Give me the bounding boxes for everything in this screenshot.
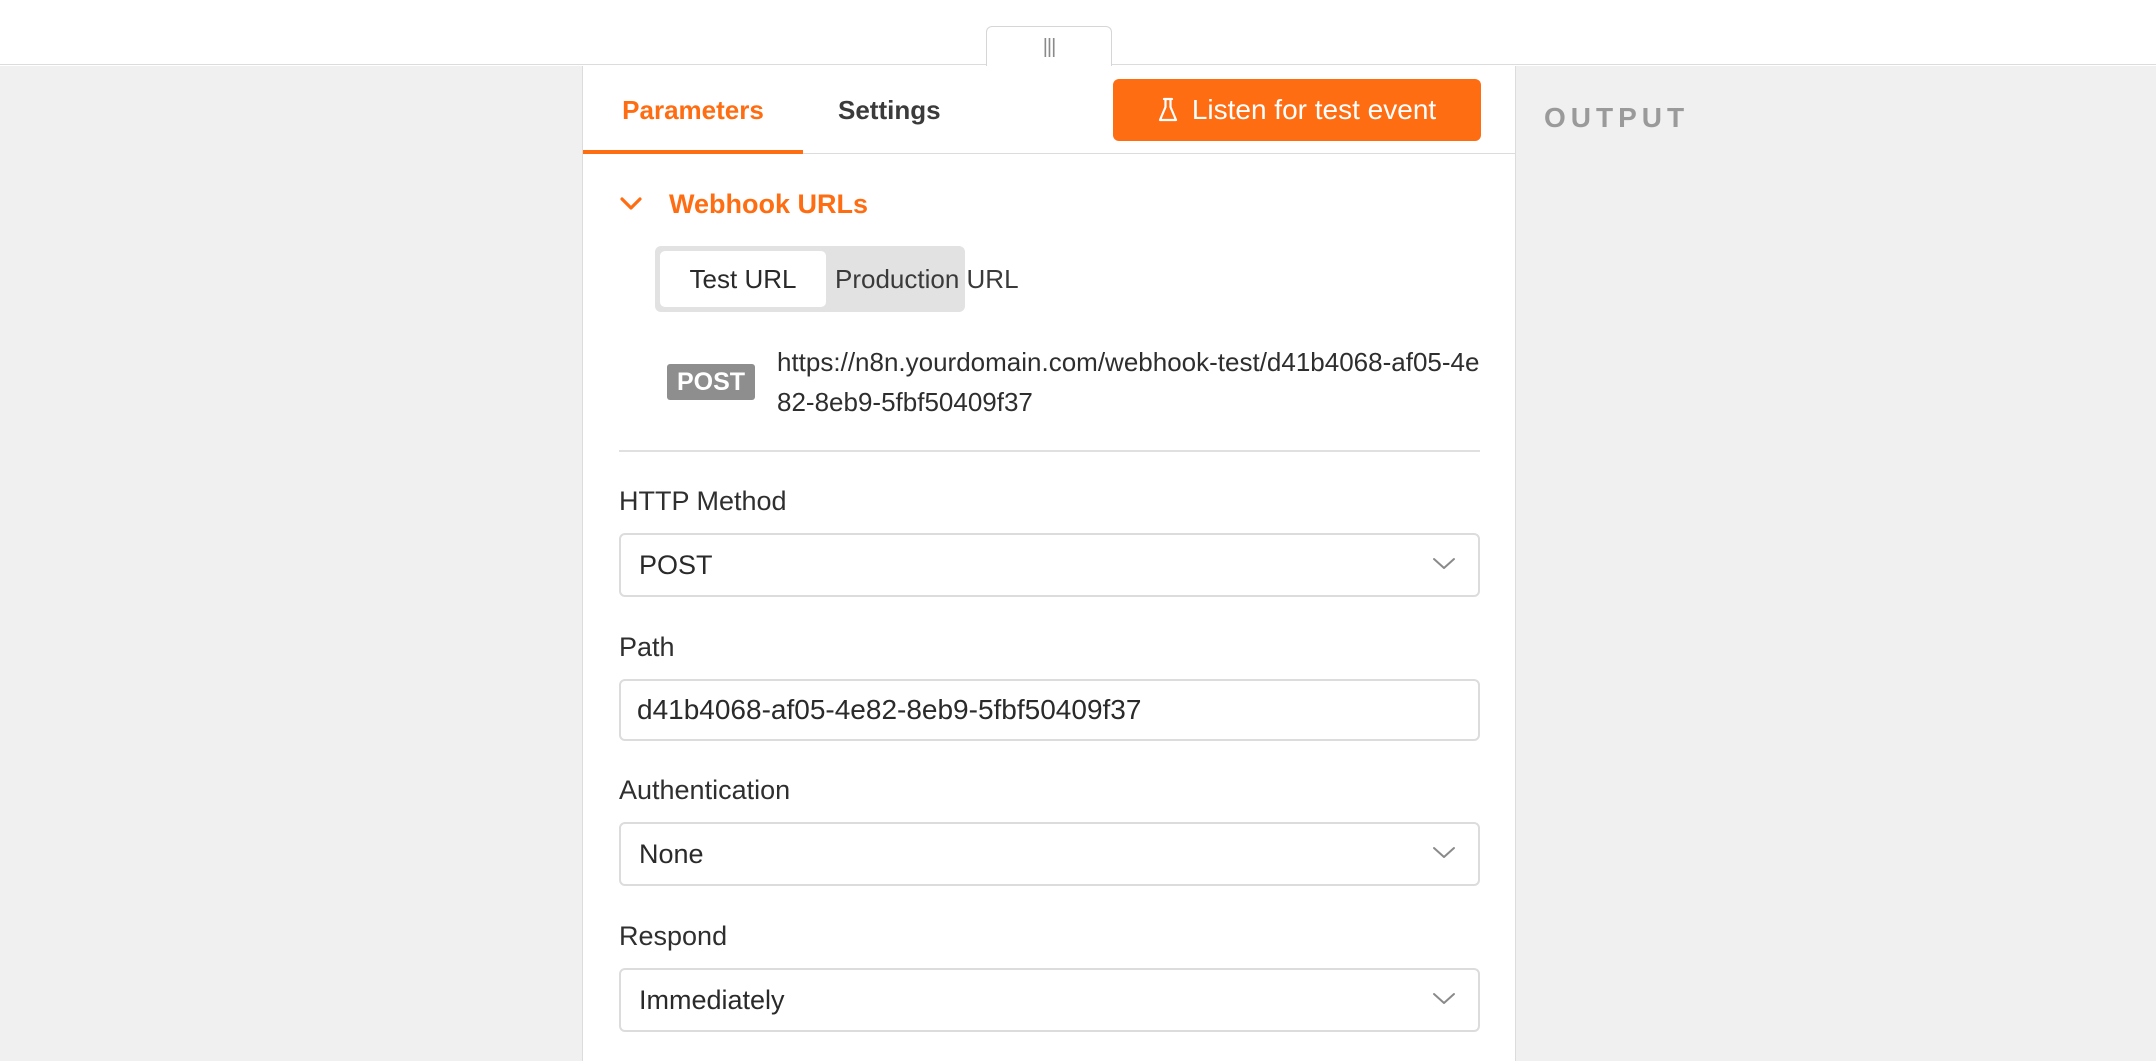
chevron-down-icon [1433, 558, 1455, 569]
http-method-select[interactable]: POST [619, 533, 1480, 597]
authentication-label: Authentication [619, 775, 791, 805]
respond-select[interactable]: Immediately [619, 968, 1480, 1032]
chevron-down-icon [1433, 993, 1455, 1004]
webhook-url[interactable]: https://n8n.yourdomain.com/webhook-test/… [777, 342, 1487, 422]
drag-handle-icon: ||| [1042, 36, 1057, 58]
http-method-value: POST [639, 550, 713, 580]
section-divider [619, 450, 1480, 452]
webhook-urls-title: Webhook URLs [669, 188, 869, 219]
panel-drag-handle[interactable]: ||| [986, 26, 1112, 66]
chevron-down-icon [620, 197, 642, 210]
production-url-option[interactable]: Production URL [835, 251, 1019, 307]
input-pane [0, 66, 582, 1061]
http-method-badge: POST [667, 364, 755, 400]
output-heading: OUTPUT [1544, 102, 1690, 133]
path-input[interactable] [619, 679, 1480, 741]
respond-label: Respond [619, 921, 728, 951]
node-parameters-panel: Parameters Settings Listen for test even… [582, 66, 1516, 1061]
authentication-value: None [639, 839, 704, 869]
chevron-down-icon [1433, 847, 1455, 858]
respond-value: Immediately [639, 985, 785, 1015]
listen-button-label: Listen for test event [1191, 94, 1437, 125]
listen-for-test-event-button[interactable]: Listen for test event [1113, 79, 1481, 141]
test-url-option[interactable]: Test URL [660, 251, 826, 307]
url-type-toggle: Test URL Production URL [655, 246, 1019, 312]
http-method-label: HTTP Method [619, 486, 787, 516]
authentication-select[interactable]: None [619, 822, 1480, 886]
webhook-urls-toggle[interactable]: Webhook URLs [619, 184, 868, 224]
output-pane: OUTPUT [1515, 66, 2156, 1061]
flask-icon [1158, 97, 1177, 122]
tab-settings[interactable]: Settings [838, 66, 941, 154]
path-label: Path [619, 632, 675, 662]
tab-parameters[interactable]: Parameters [583, 66, 803, 154]
panel-tabs: Parameters Settings Listen for test even… [583, 66, 1516, 154]
